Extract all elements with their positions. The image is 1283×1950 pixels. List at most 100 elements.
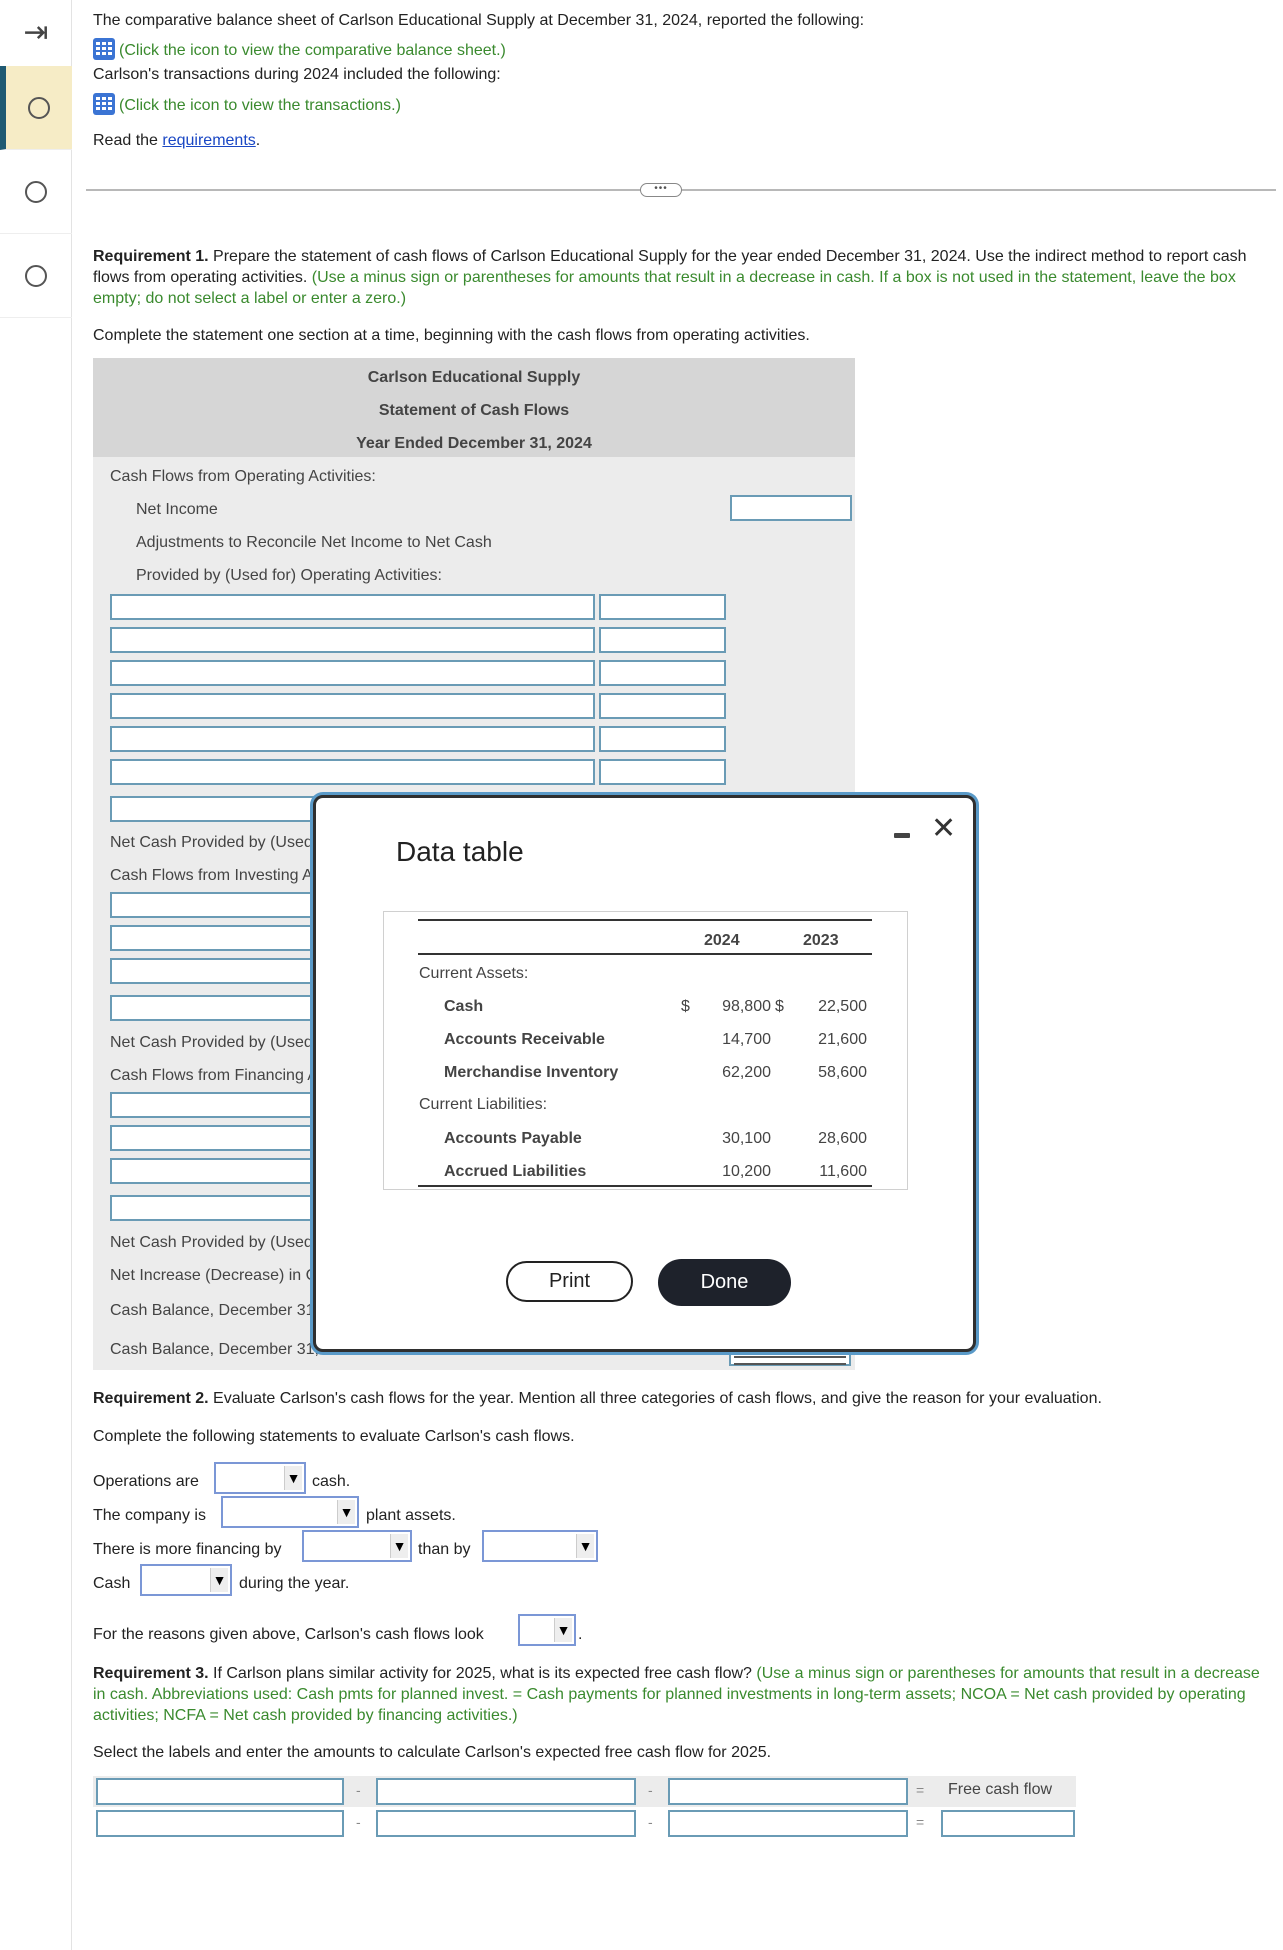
financing-source-b-dropdown[interactable]: ▼ (482, 1530, 598, 1562)
fcf-label-select-2[interactable] (376, 1778, 636, 1805)
value-2024: 10,200 (722, 1163, 771, 1180)
minus-sign: - (356, 1814, 361, 1830)
question-part-3[interactable] (0, 234, 72, 318)
read-prefix: Read the (93, 132, 163, 149)
adjustment-amount-input[interactable] (599, 693, 726, 719)
adjustment-label-select[interactable] (110, 693, 595, 719)
statement-period: Year Ended December 31, 2024 (356, 435, 592, 452)
balance-sheet-link-text[interactable]: (Click the icon to view the comparative … (119, 42, 506, 59)
table-top-rule (418, 919, 872, 921)
s5-suffix: . (578, 1626, 583, 1643)
chevron-down-icon: ▼ (390, 1534, 408, 1558)
read-requirements: Read the requirements. (93, 132, 260, 150)
column-header-2024: 2024 (704, 932, 740, 949)
requirement-2-title: Requirement 2. (93, 1390, 209, 1407)
free-cash-flow-label: Free cash flow (948, 1781, 1053, 1798)
modal-title: Data table (396, 836, 524, 867)
print-button[interactable]: Print (506, 1261, 633, 1302)
adjustment-amount-input[interactable] (599, 594, 726, 620)
done-button[interactable]: Done (658, 1259, 791, 1306)
transactions-link[interactable]: (Click the icon to view the transactions… (93, 93, 401, 115)
divider-handle[interactable]: ••• (640, 183, 682, 197)
fcf-label-select-1[interactable] (96, 1778, 344, 1805)
s1-prefix: Operations are (93, 1473, 199, 1490)
cash-change-dropdown[interactable]: ▼ (140, 1564, 232, 1596)
s4-suffix: during the year. (239, 1575, 350, 1592)
value-2023: 58,600 (818, 1064, 867, 1081)
adjustments-label-1: Adjustments to Reconcile Net Income to N… (136, 534, 492, 551)
operations-dropdown[interactable]: ▼ (214, 1462, 306, 1494)
minimize-icon[interactable] (894, 833, 910, 838)
fcf-label-row: - - = Free cash flow (93, 1776, 1076, 1807)
currency-symbol: $ (775, 998, 784, 1015)
statement-title: Statement of Cash Flows (378, 402, 570, 419)
requirements-link[interactable]: requirements (162, 132, 255, 149)
section-header-current-liabilities: Current Liabilities: (419, 1096, 548, 1113)
header-rule (418, 953, 872, 955)
requirement-3-title: Requirement 3. (93, 1665, 209, 1682)
column-header-2023: 2023 (803, 932, 839, 949)
adjustment-label-select[interactable] (110, 660, 595, 686)
chevron-down-icon: ▼ (554, 1618, 572, 1642)
collapse-panel-button[interactable]: ⇥ (0, 0, 72, 66)
question-part-2[interactable] (0, 150, 72, 234)
value-2024: 62,200 (722, 1064, 771, 1081)
chevron-down-icon: ▼ (210, 1568, 228, 1592)
circle-icon (25, 264, 47, 287)
requirement-2-instruction: Complete the following statements to eva… (93, 1428, 575, 1445)
requirement-3-body: If Carlson plans similar activity for 20… (208, 1665, 757, 1682)
value-2024: 98,800 (722, 998, 771, 1015)
statement-header: Carlson Educational Supply Statement of … (93, 358, 855, 457)
section-header-current-assets: Current Assets: (419, 965, 529, 982)
net-income-label: Net Income (136, 501, 218, 518)
row-label: Cash (444, 998, 484, 1015)
row-label: Merchandise Inventory (444, 1064, 619, 1081)
fcf-amount-input-1[interactable] (96, 1810, 344, 1837)
net-income-input[interactable] (730, 495, 852, 521)
equals-sign: = (916, 1814, 925, 1830)
adjustment-amount-input[interactable] (599, 726, 726, 752)
table-grid-icon (93, 38, 115, 60)
requirement-1-title: Requirement 1. (93, 248, 209, 265)
minus-sign: - (648, 1814, 653, 1830)
close-icon[interactable]: ✕ (931, 814, 956, 844)
fcf-amount-row: - - = (93, 1808, 1076, 1839)
evaluation-dropdown[interactable]: ▼ (518, 1614, 576, 1646)
minus-sign: - (356, 1782, 361, 1798)
s3-prefix: There is more financing by (93, 1541, 282, 1558)
value-2023: 11,600 (819, 1163, 867, 1180)
fcf-label-select-3[interactable] (668, 1778, 908, 1805)
s4-prefix: Cash (93, 1575, 131, 1592)
balance-sheet-link[interactable]: (Click the icon to view the comparative … (93, 38, 506, 60)
equals-sign: = (916, 1782, 925, 1798)
read-suffix: . (255, 132, 261, 149)
financing-source-a-dropdown[interactable]: ▼ (302, 1530, 412, 1562)
adjustment-label-select[interactable] (110, 627, 595, 653)
adjustment-amount-input[interactable] (599, 759, 726, 785)
fcf-amount-input-2[interactable] (376, 1810, 636, 1837)
requirement-2-text: Requirement 2. Evaluate Carlson's cash f… (93, 1390, 1102, 1408)
adjustment-amount-input[interactable] (599, 660, 726, 686)
requirement-3-instruction: Select the labels and enter the amounts … (93, 1744, 772, 1761)
adjustment-amount-input[interactable] (599, 627, 726, 653)
value-2024: 30,100 (722, 1130, 771, 1147)
question-part-1[interactable] (0, 66, 72, 150)
fcf-amount-input-3[interactable] (668, 1810, 908, 1837)
adjustment-label-select[interactable] (110, 726, 595, 752)
s1-suffix: cash. (312, 1473, 351, 1490)
circle-icon (28, 96, 50, 119)
data-table-modal: Data table ✕ 2024 2023 Current Assets: C… (313, 795, 976, 1352)
chevron-down-icon: ▼ (576, 1534, 594, 1558)
adjustment-label-select[interactable] (110, 759, 595, 785)
adjustment-label-select[interactable] (110, 594, 595, 620)
requirement-1-text: Requirement 1. Prepare the statement of … (93, 246, 1273, 309)
cash-end-input[interactable] (729, 1352, 851, 1366)
table-grid-icon (93, 93, 115, 115)
plant-assets-dropdown[interactable]: ▼ (221, 1496, 359, 1528)
requirement-3-text: Requirement 3. If Carlson plans similar … (93, 1663, 1273, 1726)
transactions-link-text[interactable]: (Click the icon to view the transactions… (119, 97, 401, 114)
operating-header: Cash Flows from Operating Activities: (110, 468, 376, 485)
free-cash-flow-input[interactable] (941, 1810, 1075, 1837)
minus-sign: - (648, 1782, 653, 1798)
s3-middle: than by (418, 1541, 471, 1558)
